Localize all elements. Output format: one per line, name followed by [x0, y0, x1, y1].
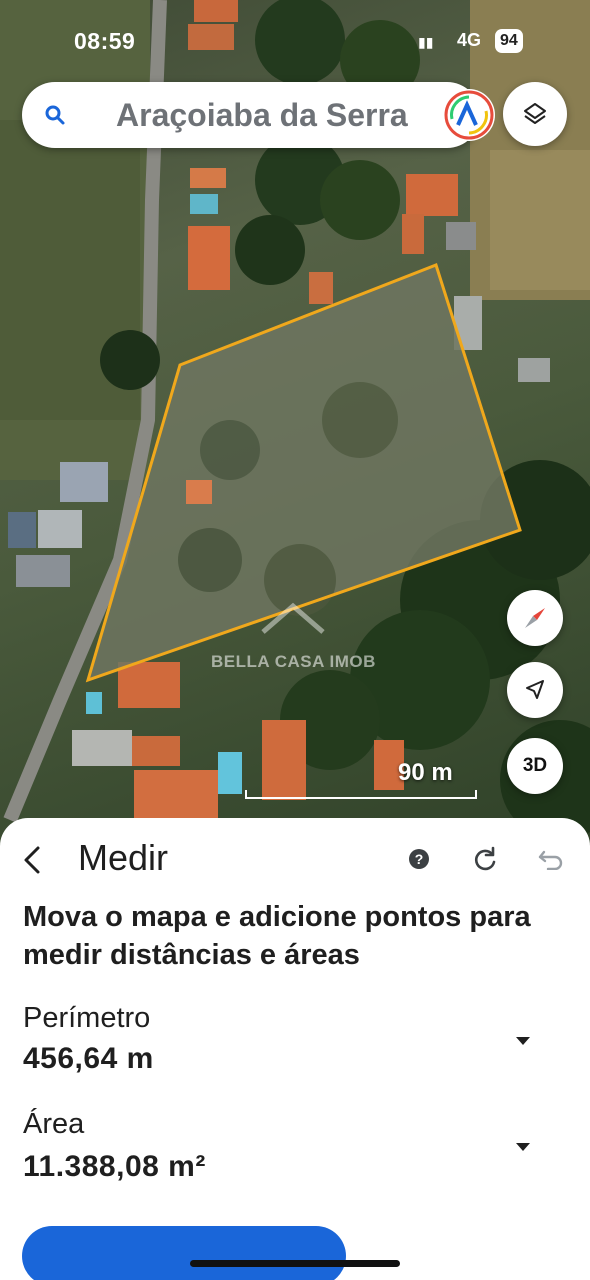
scale-bar	[245, 790, 477, 799]
perimeter-unit-dropdown-icon[interactable]	[515, 1036, 531, 1046]
watermark-house-icon	[261, 602, 325, 634]
search-query-text[interactable]: Araçoiaba da Serra	[116, 95, 434, 135]
area-label: Área	[23, 1108, 85, 1140]
sheet-title: Medir	[78, 837, 169, 878]
reset-icon[interactable]	[472, 846, 498, 872]
measure-sheet: Medir ? Mova o mapa e adicione pontos pa…	[0, 818, 590, 1280]
perimeter-value: 456,64 m	[23, 1042, 154, 1075]
area-value: 11.388,08 m²	[23, 1150, 206, 1183]
watermark-text: BELLA CASA IMOB	[211, 652, 376, 671]
status-bar: 08:59 ▮▮ 4G 94	[0, 28, 590, 56]
status-time: 08:59	[74, 28, 136, 54]
svg-text:?: ?	[415, 851, 424, 867]
home-indicator[interactable]	[190, 1260, 400, 1267]
back-arrow-icon[interactable]	[20, 842, 44, 878]
satellite-map[interactable]: BELLA CASA IMOB 08:59 ▮▮ 4G 94 Araçoiaba…	[0, 0, 590, 850]
profile-avatar-logo[interactable]	[443, 89, 495, 141]
undo-icon[interactable]	[538, 848, 564, 870]
perimeter-label: Perímetro	[23, 1002, 151, 1034]
battery-level: 94	[495, 29, 523, 53]
help-icon[interactable]: ?	[408, 848, 430, 870]
cellular-signal-icon: ▮▮	[418, 34, 434, 50]
compass-button[interactable]	[507, 590, 563, 646]
instruction-text: Mova o mapa e adicione pontos para medir…	[23, 901, 531, 971]
primary-action-button[interactable]	[22, 1226, 346, 1280]
search-bar[interactable]: Araçoiaba da Serra	[22, 82, 495, 148]
3d-toggle-button[interactable]: 3D	[507, 738, 563, 794]
layers-icon	[524, 103, 546, 124]
area-unit-dropdown-icon[interactable]	[515, 1142, 531, 1152]
layers-button[interactable]	[503, 82, 567, 146]
search-icon	[45, 105, 65, 125]
navigation-arrow-icon	[526, 680, 544, 699]
compass-icon	[525, 608, 545, 628]
network-type: 4G	[457, 30, 482, 50]
my-location-button[interactable]	[507, 662, 563, 718]
scale-label: 90 m	[398, 759, 453, 786]
